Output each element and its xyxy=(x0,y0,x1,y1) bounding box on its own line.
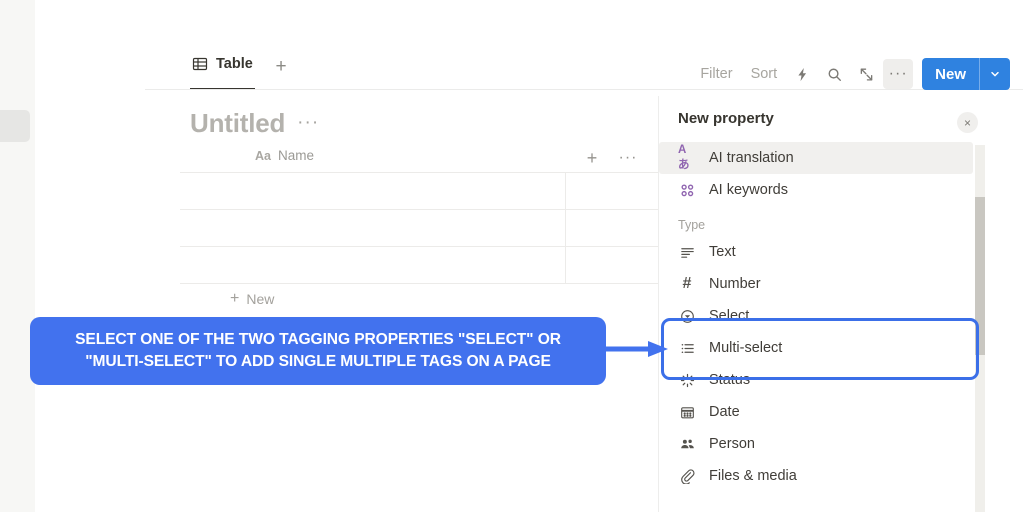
property-option-label: Number xyxy=(709,276,761,292)
property-option-ai-translation[interactable]: Aあ AI translation xyxy=(659,142,973,174)
new-page-button-label[interactable]: New xyxy=(922,58,979,90)
database-toolbar: Filter Sort ··· New xyxy=(691,58,1010,90)
view-tab-bar: Table + xyxy=(35,48,658,90)
chevron-down-icon[interactable] xyxy=(980,58,1010,90)
property-option-label: Select xyxy=(709,308,750,324)
panel-header: New property × xyxy=(659,96,1024,142)
annotation-callout: SELECT ONE OF THE TWO TAGGING PROPERTIES… xyxy=(30,317,606,385)
annotation-arrow-icon xyxy=(604,341,668,357)
table-row[interactable] xyxy=(180,173,695,210)
new-row-button[interactable]: + New xyxy=(180,284,274,314)
column-header-label: Name xyxy=(277,148,314,163)
annotation-callout-text: SELECT ONE OF THE TWO TAGGING PROPERTIES… xyxy=(75,330,561,370)
hash-icon: # xyxy=(682,275,692,292)
main-content: Table + Untitled ··· Aa Name + ··· + New xyxy=(35,0,695,512)
database-table: Aa Name + ··· + New xyxy=(180,145,695,314)
panel-title: New property xyxy=(678,110,774,127)
status-spinner-icon xyxy=(678,373,696,388)
property-type-list: Aあ AI translation AI keywords Type Text … xyxy=(659,142,1024,492)
ai-keywords-icon xyxy=(678,183,696,198)
table-row[interactable] xyxy=(180,247,695,284)
property-option-label: Multi-select xyxy=(709,340,783,356)
table-header-row: Aa Name + ··· xyxy=(180,145,695,173)
sort-button[interactable]: Sort xyxy=(742,59,787,89)
panel-scrollbar-thumb[interactable] xyxy=(975,197,985,355)
close-icon[interactable]: × xyxy=(957,112,978,133)
add-column-button[interactable]: + xyxy=(580,145,604,171)
property-option-multi-select[interactable]: Multi-select xyxy=(659,332,1024,364)
add-view-button[interactable]: + xyxy=(270,56,292,78)
property-option-text[interactable]: Text xyxy=(659,236,1024,268)
property-option-label: AI translation xyxy=(709,150,794,166)
calendar-icon xyxy=(678,405,696,420)
table-row[interactable] xyxy=(180,210,695,247)
tab-table[interactable]: Table xyxy=(190,48,255,90)
section-label-type: Type xyxy=(678,218,706,232)
new-row-label: New xyxy=(246,291,275,307)
filter-button[interactable]: Filter xyxy=(691,59,741,89)
property-option-status[interactable]: Status xyxy=(659,364,1024,396)
property-option-ai-keywords[interactable]: AI keywords xyxy=(659,174,1024,206)
app-window: Table + Untitled ··· Aa Name + ··· + New… xyxy=(0,0,1024,512)
property-option-select[interactable]: Select xyxy=(659,300,1024,332)
database-title-row: Untitled ··· xyxy=(190,108,319,139)
page-title[interactable]: Untitled xyxy=(190,108,285,139)
property-option-person[interactable]: Person xyxy=(659,428,1024,460)
paperclip-icon xyxy=(678,468,696,484)
property-option-label: AI keywords xyxy=(709,182,788,198)
property-option-files-media[interactable]: Files & media xyxy=(659,460,1024,492)
new-page-button[interactable]: New xyxy=(922,58,1010,90)
title-type-icon: Aa xyxy=(255,148,271,163)
text-lines-icon xyxy=(678,245,696,260)
property-option-date[interactable]: Date xyxy=(659,396,1024,428)
toolbar-more-button[interactable]: ··· xyxy=(883,59,914,89)
table-icon xyxy=(192,56,208,72)
left-sidebar xyxy=(0,0,35,512)
sidebar-collapsed-chip[interactable] xyxy=(0,110,30,142)
plus-icon: + xyxy=(230,290,240,307)
property-option-label: Date xyxy=(709,404,740,420)
select-chevron-circle-icon xyxy=(678,309,696,324)
tab-table-label: Table xyxy=(216,56,253,72)
expand-arrows-icon[interactable] xyxy=(851,59,881,89)
property-option-label: Person xyxy=(709,436,755,452)
ai-translation-icon: Aあ xyxy=(678,144,690,171)
person-group-icon xyxy=(678,437,696,452)
column-divider xyxy=(565,210,566,246)
property-option-label: Status xyxy=(709,372,751,388)
multi-select-list-icon xyxy=(678,341,696,356)
property-option-label: Text xyxy=(709,244,736,260)
property-option-number[interactable]: # Number xyxy=(659,268,1024,300)
database-more-button[interactable]: ··· xyxy=(297,113,319,132)
search-icon[interactable] xyxy=(819,59,849,89)
lightning-bolt-icon[interactable] xyxy=(787,59,817,89)
column-divider xyxy=(565,247,566,283)
property-option-label: Files & media xyxy=(709,468,797,484)
column-header-name[interactable]: Aa Name xyxy=(255,148,314,163)
new-property-panel: New property × Aあ AI translation AI keyw… xyxy=(658,96,1024,512)
column-divider xyxy=(565,173,566,209)
column-more-button[interactable]: ··· xyxy=(616,145,640,171)
